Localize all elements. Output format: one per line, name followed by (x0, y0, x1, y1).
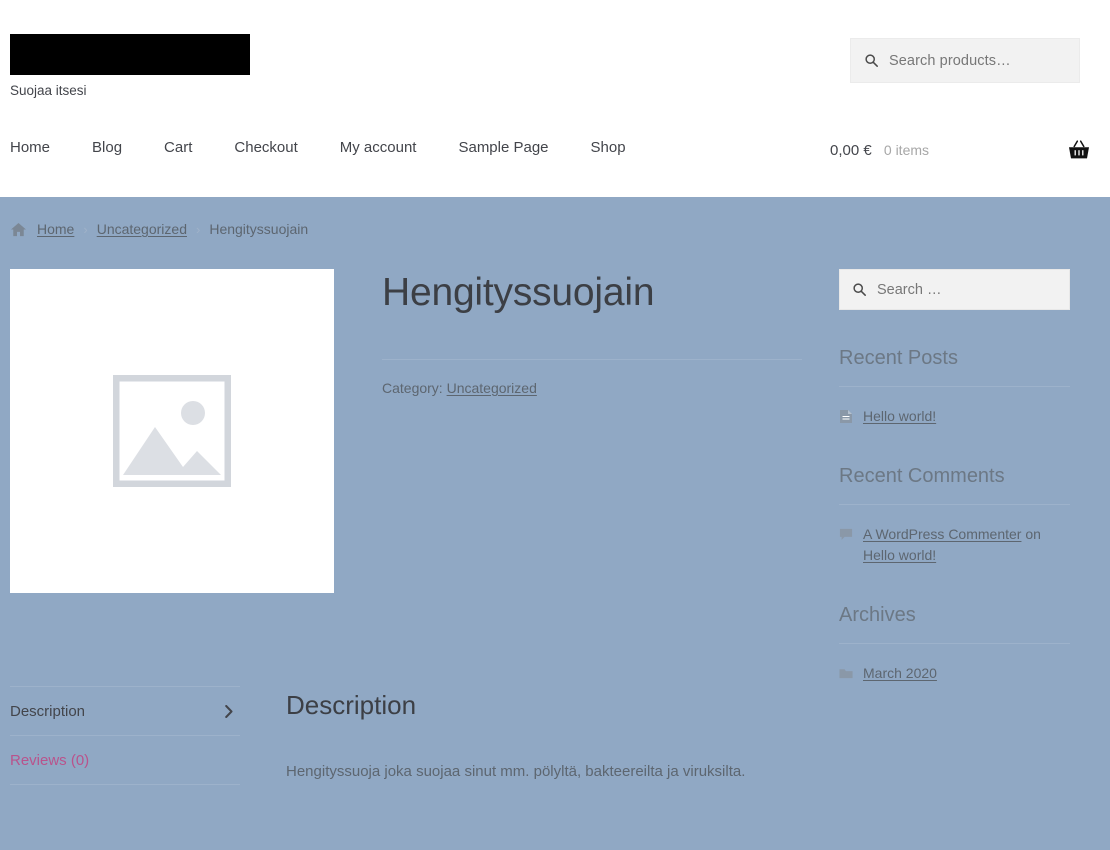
sidebar: Search … Recent Posts Hello world! Recen… (839, 269, 1070, 721)
chevron-right-icon (225, 705, 233, 718)
breadcrumb-link-uncategorized[interactable]: Uncategorized (97, 221, 187, 237)
breadcrumb-bar: Home › Uncategorized › Hengityssuojain (0, 197, 1110, 269)
recent-comments-list: A WordPress Commenter on Hello world! (839, 524, 1070, 567)
comment-bubble-icon (839, 528, 853, 540)
product-category-link[interactable]: Uncategorized (447, 380, 537, 396)
summary-divider (382, 358, 802, 360)
widget-search: Search … (839, 269, 1070, 310)
cart-item-count: 0 items (883, 141, 930, 158)
nav-item-checkout[interactable]: Checkout (234, 140, 322, 155)
sidebar-search-placeholder: Search … (877, 281, 942, 298)
tab-description[interactable]: Description (10, 687, 240, 736)
comment-author-link[interactable]: A WordPress Commenter (863, 526, 1021, 542)
site-tagline: Suojaa itsesi (10, 83, 87, 98)
widget-divider (839, 643, 1070, 645)
tab-reviews[interactable]: Reviews (0) (10, 736, 240, 785)
nav-item-home[interactable]: Home (10, 140, 75, 155)
document-icon (840, 410, 852, 423)
product-tabs: Description Reviews (0) (10, 686, 240, 785)
nav-item-sample-page[interactable]: Sample Page (458, 140, 573, 155)
nav-item-cart[interactable]: Cart (164, 140, 217, 155)
recent-posts-list: Hello world! (839, 406, 1070, 428)
breadcrumb-separator: › (195, 221, 201, 237)
widget-archives: Archives March 2020 (839, 603, 1070, 685)
widget-recent-comments: Recent Comments A WordPress Commenter on… (839, 464, 1070, 567)
main-content: Hengityssuojain Category: Uncategorized … (0, 269, 1110, 785)
site-branding[interactable]: Suojaa itsesi (10, 34, 250, 100)
widget-divider (839, 386, 1070, 387)
cart-total-amount: 0,00 € (830, 141, 872, 159)
list-item: A WordPress Commenter on Hello world! (839, 524, 1070, 567)
product-meta-label: Category: (382, 379, 443, 396)
breadcrumb-separator: › (83, 221, 88, 237)
widget-recent-posts: Recent Posts Hello world! (839, 346, 1070, 428)
breadcrumb: Home › Uncategorized › Hengityssuojain (10, 221, 1100, 237)
product-summary: Hengityssuojain Category: Uncategorized (382, 269, 802, 396)
tab-reviews-label: Reviews (0) (10, 752, 90, 769)
product-meta: Category: Uncategorized (382, 380, 802, 396)
nav-item-blog[interactable]: Blog (92, 140, 147, 155)
site-logo[interactable] (10, 34, 250, 75)
nav-item-shop[interactable]: Shop (591, 140, 651, 155)
product-gallery (10, 269, 334, 593)
breadcrumb-link-home[interactable]: Home (37, 221, 74, 237)
shopping-basket-icon[interactable] (1068, 140, 1090, 160)
widget-title-archives: Archives (839, 604, 916, 627)
folder-icon (839, 669, 853, 679)
list-item: Hello world! (839, 406, 1070, 428)
product-title: Hengityssuojain (382, 271, 655, 314)
archives-list: March 2020 (839, 663, 1070, 685)
comment-connector: on (1021, 525, 1041, 542)
list-item: March 2020 (839, 663, 1070, 685)
home-icon[interactable] (10, 222, 27, 237)
widget-divider (839, 503, 1070, 505)
sidebar-search-input[interactable]: Search … (839, 269, 1070, 310)
tab-panel-description: Description Hengityssuoja joka suojaa si… (286, 686, 806, 785)
tab-description-label: Description (10, 703, 86, 720)
cart-summary[interactable]: 0,00 € 0 items (830, 140, 1090, 160)
widget-title-recent-comments: Recent Comments (839, 464, 1005, 487)
search-icon (865, 54, 878, 67)
product-search-placeholder: Search products… (889, 52, 1011, 69)
panel-text: Hengityssuoja joka suojaa sinut mm. pöly… (286, 763, 746, 781)
comment-post-link[interactable]: Hello world! (863, 547, 936, 563)
site-header: Suojaa itsesi Search products… Home Blog… (0, 0, 1110, 197)
image-placeholder-icon (113, 375, 231, 487)
breadcrumb-current: Hengityssuojain (209, 221, 309, 237)
product-search-input[interactable]: Search products… (850, 38, 1080, 83)
nav-item-my-account[interactable]: My account (340, 140, 442, 155)
product-image-placeholder[interactable] (10, 269, 334, 593)
archive-link[interactable]: March 2020 (863, 665, 937, 681)
primary-navigation: Home Blog Cart Checkout My account Sampl… (10, 140, 651, 155)
recent-post-link[interactable]: Hello world! (863, 408, 936, 424)
search-icon (853, 283, 866, 296)
widget-title-recent-posts: Recent Posts (839, 347, 958, 369)
panel-title: Description (286, 690, 417, 720)
